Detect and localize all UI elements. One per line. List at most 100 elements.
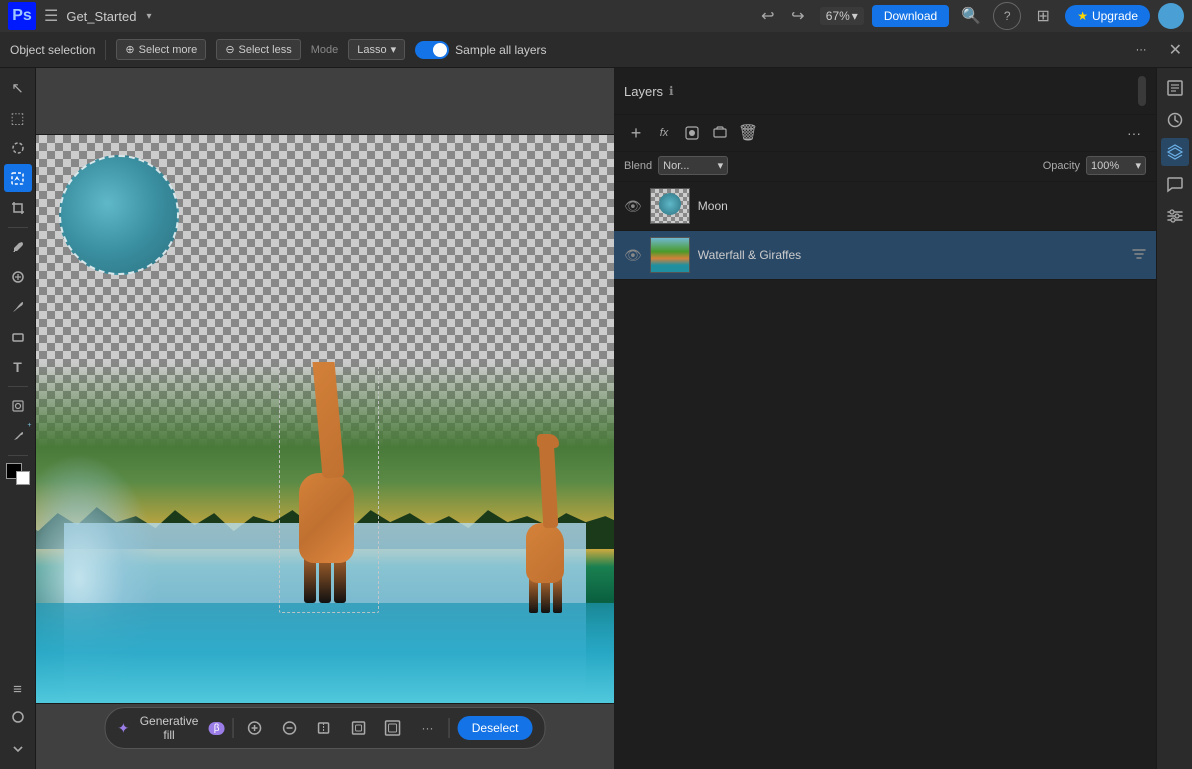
eyedropper2-button[interactable]: + (4, 422, 32, 450)
opacity-dropdown-icon: ▾ (1135, 159, 1141, 172)
giraffe2-neck (539, 437, 559, 528)
canvas-ground (36, 362, 614, 703)
subtract-selection-button[interactable] (276, 714, 303, 742)
canvas-area[interactable]: ✦ Generative fill β ··· Deselect (36, 68, 614, 769)
zoom-control[interactable]: 67% ▾ (820, 7, 864, 25)
invert-selection-button[interactable] (311, 714, 338, 742)
options-more-button[interactable]: ··· (1128, 41, 1155, 59)
more-options-button[interactable]: ··· (414, 714, 441, 742)
help-icon[interactable]: ? (993, 2, 1021, 30)
more-tools-button[interactable] (4, 735, 32, 763)
add-selection-button[interactable] (242, 714, 269, 742)
waterfall-layer-name: Waterfall & Giraffes (698, 248, 1124, 262)
toggle-switch[interactable] (415, 41, 449, 59)
object-selection-tool-button[interactable] (4, 164, 32, 192)
moon-visibility-icon[interactable]: 👁 (624, 198, 642, 215)
crop-tool-button[interactable] (4, 194, 32, 222)
properties-panel-icon[interactable] (1161, 74, 1189, 102)
generative-fill-button[interactable]: ✦ Generative fill β (118, 714, 225, 742)
select-less-button[interactable]: ⊖ Select less (216, 39, 300, 60)
blend-dropdown-icon: ▾ (718, 159, 724, 172)
layer-item-moon[interactable]: 👁 Moon (614, 182, 1156, 231)
giraffe2-head (537, 434, 559, 448)
download-button[interactable]: Download (872, 5, 949, 27)
waterfall-layer-thumbnail (650, 237, 690, 273)
layer-group-button[interactable] (708, 121, 732, 145)
expand-button[interactable] (380, 714, 407, 742)
zoom-level: 67% (826, 9, 850, 23)
moon-layer-name: Moon (698, 199, 1146, 213)
comments-icon[interactable] (1161, 170, 1189, 198)
moon-object[interactable] (59, 155, 179, 275)
floating-toolbar: ✦ Generative fill β ··· Deselect (105, 707, 546, 749)
select-more-icon: ⊕ (125, 43, 134, 56)
sample-all-layers-label: Sample all layers (455, 43, 546, 57)
beta-badge: β (209, 722, 225, 735)
layers-actions: + fx 🗑 ··· (614, 115, 1156, 152)
add-mask-button[interactable] (680, 121, 704, 145)
layer-item-waterfall[interactable]: 👁 Waterfall & Giraffes (614, 231, 1156, 280)
background-swatch[interactable] (16, 471, 30, 485)
layer-filter-icon[interactable] (1132, 247, 1146, 264)
zoom-dropdown-icon: ▾ (852, 9, 858, 23)
lasso-tool-button[interactable] (4, 134, 32, 162)
undo-button[interactable]: ↩ (754, 2, 782, 30)
upgrade-button[interactable]: ★ Upgrade (1065, 5, 1150, 27)
adjust-tool-button[interactable]: ≡ (4, 675, 32, 703)
rectangle-tool-button[interactable] (4, 323, 32, 351)
close-optionsbar-button[interactable]: ✕ (1169, 40, 1182, 60)
blend-mode-value: Nor... (663, 160, 689, 172)
layers-panel: Layers ℹ + fx 🗑 ··· (614, 68, 1156, 769)
deselect-button[interactable]: Deselect (458, 716, 533, 740)
file-dropdown-icon[interactable]: ▾ (146, 11, 151, 22)
tool-name-label: Object selection (10, 43, 95, 57)
apps-icon[interactable]: ⊞ (1029, 2, 1057, 30)
eyedropper-tool-button[interactable] (4, 233, 32, 261)
waterfall-visibility-icon[interactable]: 👁 (624, 247, 642, 264)
hamburger-icon[interactable]: ☰ (44, 6, 58, 26)
delete-layer-button[interactable]: 🗑 (736, 121, 760, 145)
giraffe-small (521, 443, 571, 623)
layers-panel-header: Layers ℹ (614, 68, 1156, 115)
blend-mode-select[interactable]: Nor... ▾ (658, 156, 728, 175)
star-icon: ★ (1077, 9, 1088, 23)
select-less-label: Select less (239, 44, 292, 56)
fg-bg-swatches[interactable] (4, 461, 32, 489)
search-icon[interactable]: 🔍 (957, 2, 985, 30)
toolbar-divider (233, 718, 234, 738)
giraffe-body (299, 473, 354, 563)
effects-button[interactable]: fx (652, 121, 676, 145)
lasso-dropdown[interactable]: Lasso ▾ (348, 39, 405, 60)
canvas-content[interactable] (36, 134, 614, 704)
toolbar-separator-3 (8, 455, 28, 456)
move-tool-button[interactable]: ↖ (4, 74, 32, 102)
layers-list: 👁 Moon 👁 Waterfall & Giraffes (614, 182, 1156, 769)
history-icon[interactable] (1161, 106, 1189, 134)
file-name: Get_Started (66, 9, 136, 24)
avatar[interactable] (1158, 3, 1184, 29)
topbar: Ps ☰ Get_Started ▾ ↩ ↪ 67% ▾ Download 🔍 … (0, 0, 1192, 32)
smart-object-button[interactable] (4, 392, 32, 420)
type-tool-button[interactable]: T (4, 353, 32, 381)
layers-more-button[interactable]: ··· (1122, 121, 1146, 145)
layers-icon-button[interactable] (1161, 138, 1189, 166)
healing-brush-button[interactable] (4, 263, 32, 291)
redo-button[interactable]: ↪ (784, 2, 812, 30)
circle-tool-button[interactable] (4, 703, 32, 731)
opacity-value: 100% (1091, 160, 1119, 172)
main-area: ↖ ⬚ T (0, 68, 1192, 769)
toolbar-end: ≡ (4, 675, 32, 763)
ps-logo: Ps (8, 2, 36, 30)
opacity-select[interactable]: 100% ▾ (1086, 156, 1146, 175)
sample-all-layers-toggle[interactable]: Sample all layers (415, 41, 546, 59)
toolbar-separator (8, 227, 28, 228)
transform-button[interactable] (345, 714, 372, 742)
generative-fill-label: Generative fill (135, 714, 203, 742)
adjustments-icon[interactable] (1161, 202, 1189, 230)
lasso-dropdown-icon: ▾ (391, 43, 397, 56)
layers-info-icon[interactable]: ℹ (669, 84, 674, 98)
marquee-tool-button[interactable]: ⬚ (4, 104, 32, 132)
add-layer-button[interactable]: + (624, 121, 648, 145)
brush-tool-button[interactable] (4, 293, 32, 321)
select-more-button[interactable]: ⊕ Select more (116, 39, 206, 60)
